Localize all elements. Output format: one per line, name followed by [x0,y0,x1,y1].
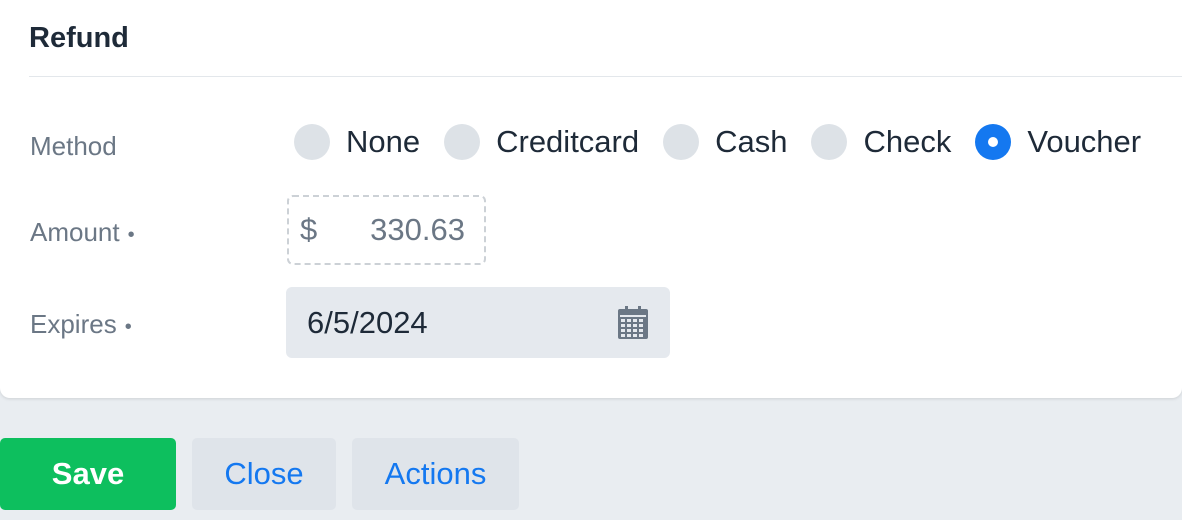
required-marker: • [124,316,132,338]
radio-label: Check [863,124,952,159]
currency-symbol: $ [300,212,318,247]
required-marker: • [127,224,135,246]
radio-button-selected[interactable] [975,124,1012,160]
method-option-voucher[interactable]: Voucher [975,124,1141,160]
method-option-creditcard[interactable]: Creditcard [444,124,639,160]
expires-date-value: 6/5/2024 [307,304,428,340]
amount-value: 330.63 [370,212,465,247]
method-radio-group: None Creditcard Cash Check Voucher [294,124,1141,160]
amount-label: Amount [30,217,120,247]
expires-label-row: Expires • [30,309,132,340]
method-option-none[interactable]: None [294,124,420,160]
expires-label: Expires [30,309,117,339]
title-divider [29,76,1182,77]
refund-card: Refund Method None Creditcard Cash Check… [0,0,1182,398]
method-option-cash[interactable]: Cash [663,124,787,160]
close-button[interactable]: Close [192,438,336,510]
expires-date-input[interactable]: 6/5/2024 [286,287,670,358]
radio-button[interactable] [444,124,481,160]
radio-button[interactable] [811,124,848,160]
radio-label: Voucher [1027,124,1142,159]
method-label: Method [30,131,117,161]
calendar-icon[interactable] [617,305,649,340]
radio-button[interactable] [663,124,700,160]
card-title: Refund [29,22,129,54]
method-option-check[interactable]: Check [811,124,951,160]
amount-label-row: Amount • [30,217,135,248]
radio-button[interactable] [294,124,330,160]
amount-input[interactable]: $ 330.63 [287,195,486,265]
radio-label: Creditcard [496,124,640,159]
actions-button[interactable]: Actions [352,438,519,510]
radio-label: Cash [715,124,788,159]
save-button[interactable]: Save [0,438,176,510]
radio-label: None [346,124,421,159]
